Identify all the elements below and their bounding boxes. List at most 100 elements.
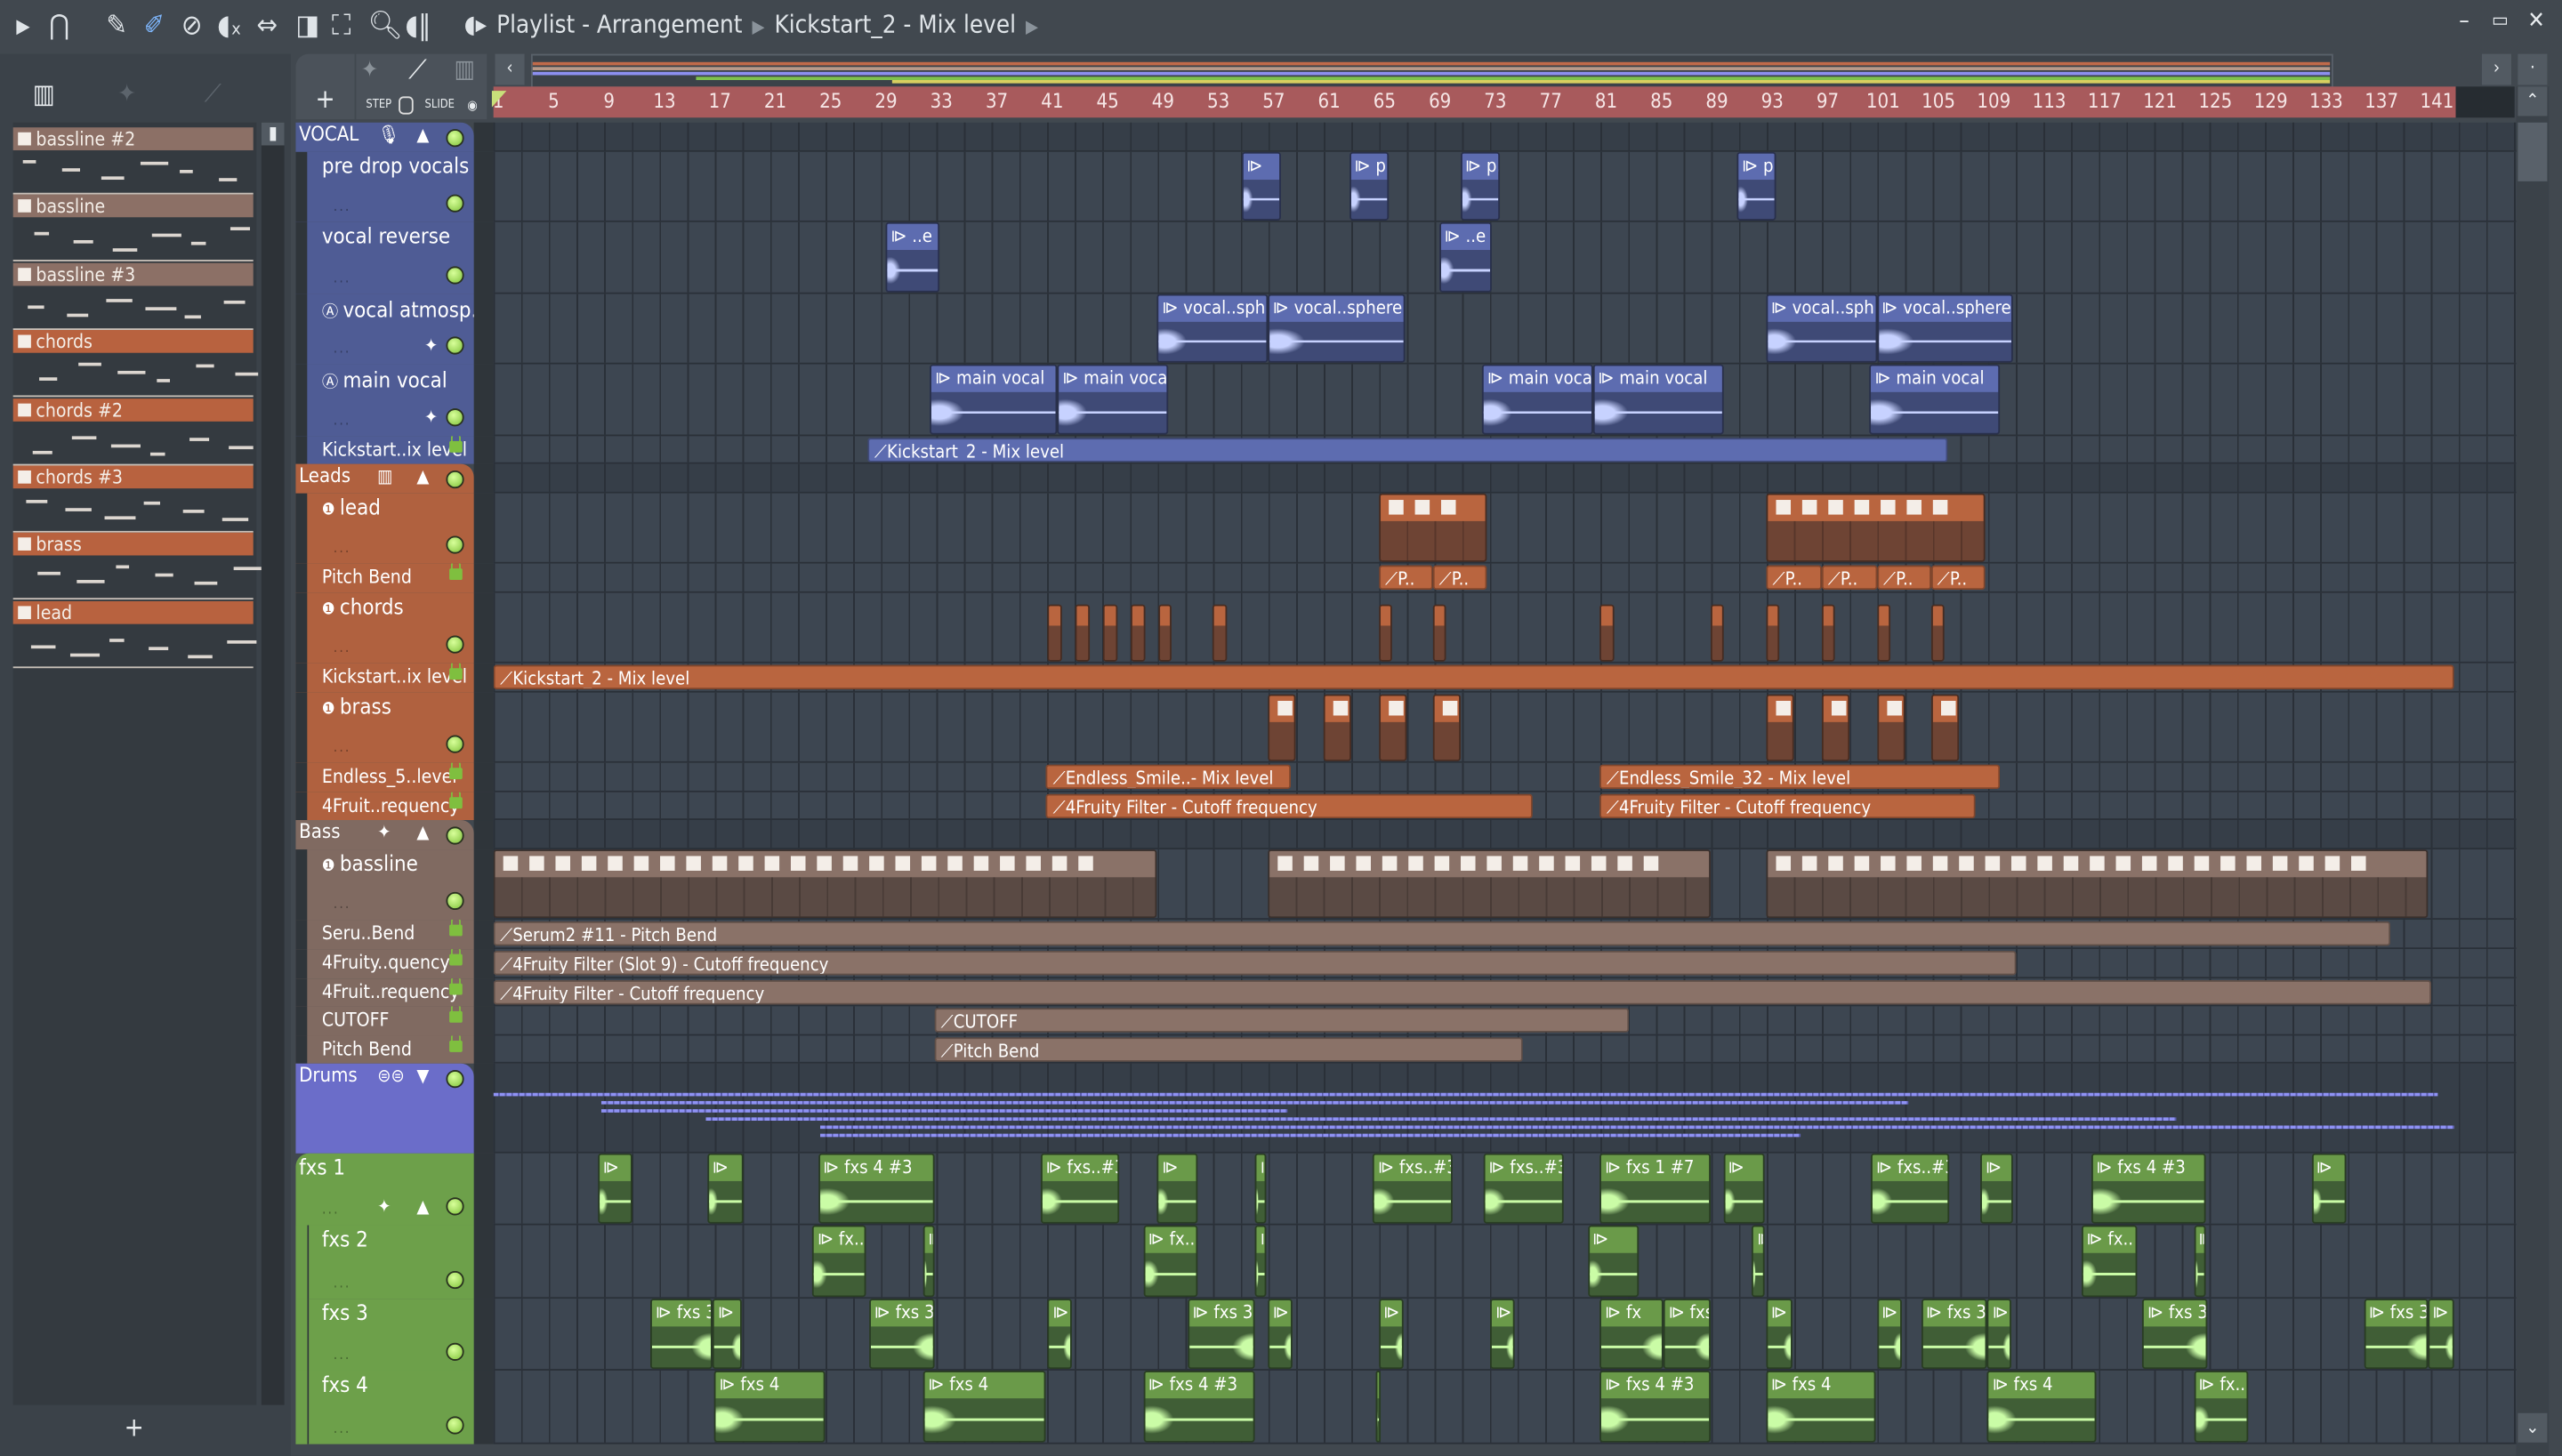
audio-clip[interactable]: ⧐ fxs 3: [2142, 1299, 2207, 1370]
audio-clip[interactable]: ⧐ main vocal: [1058, 365, 1168, 434]
track-lane[interactable]: ⟋4Fruity Filter - Cutoff frequency ⟋4Frui…: [494, 792, 2517, 821]
audio-clip[interactable]: ⧐ fx..: [2194, 1372, 2248, 1443]
track-lane[interactable]: ⟋4Fruity Filter (Slot 9) - Cutoff freque…: [494, 949, 2517, 977]
audio-clip[interactable]: ⧐ p..s: [1737, 151, 1776, 221]
audio-clip[interactable]: ⧐ fxs 4: [1766, 1372, 1875, 1443]
track-enable-led[interactable]: [446, 736, 463, 753]
add-pattern-button[interactable]: +: [125, 1412, 144, 1443]
lock-icon[interactable]: [449, 1041, 463, 1052]
track-menu-dots[interactable]: ...: [334, 270, 351, 286]
vertical-scrollbar[interactable]: ⌃ ⌄: [2517, 86, 2550, 1455]
lock-icon[interactable]: [449, 440, 463, 452]
automation-clip[interactable]: ⟋P..: [1379, 566, 1433, 591]
audio-clip[interactable]: ⧐ fxs 3: [1188, 1299, 1255, 1370]
audio-clip[interactable]: ⧐ fxs 3: [2364, 1299, 2428, 1370]
track-header[interactable]: pre drop vocals...: [295, 151, 473, 222]
track-header[interactable]: ❶ bassline...: [295, 849, 473, 921]
audio-clip[interactable]: ⧐ fxs..#3: [1041, 1154, 1120, 1225]
pattern-clip[interactable]: [1877, 694, 1905, 761]
audio-clip[interactable]: ⧐ fxs 3: [1664, 1299, 1711, 1370]
snap-button[interactable]: ·: [2518, 54, 2547, 85]
automation-clip[interactable]: ⟋P..: [1930, 566, 1985, 591]
audio-clip[interactable]: ⧐: [713, 1299, 742, 1370]
pattern-item[interactable]: chords #2: [13, 398, 254, 464]
pattern-clip[interactable]: [1048, 604, 1062, 662]
automation-track-header[interactable]: Endless_5..level: [295, 763, 473, 792]
automation-clip[interactable]: ⟋4Fruity Filter - Cutoff frequency: [1046, 793, 1532, 818]
minimize-button[interactable]: –: [2459, 8, 2469, 34]
track-enable-led[interactable]: [446, 265, 463, 283]
group-header[interactable]: Bass✦▲: [295, 821, 473, 849]
track-lane[interactable]: [494, 592, 2517, 664]
track-lane[interactable]: [494, 849, 2517, 921]
track-lane[interactable]: ⟋Kickstart_2 - Mix level: [494, 664, 2517, 692]
automation-track-header[interactable]: CUTOFF: [295, 1007, 473, 1035]
track-header[interactable]: fxs 2...: [295, 1226, 473, 1299]
piano-icon[interactable]: ▥: [455, 54, 475, 84]
lock-icon[interactable]: [449, 925, 463, 937]
pattern-clip[interactable]: [1131, 604, 1145, 662]
pencil-icon[interactable]: ✎: [106, 10, 127, 43]
lock-icon[interactable]: [449, 983, 463, 994]
track-menu-dots[interactable]: ...: [334, 741, 351, 757]
track-lane[interactable]: [494, 1064, 2517, 1153]
automation-track-header[interactable]: Kickstart..ix level: [295, 664, 473, 692]
delete-icon[interactable]: ⊘: [181, 10, 203, 43]
audio-clip[interactable]: ⧐ main vocal: [931, 365, 1058, 434]
collapse-up-icon[interactable]: ▲: [416, 466, 429, 487]
lock-icon[interactable]: [449, 669, 463, 680]
scroll-right-button[interactable]: ›: [2482, 54, 2511, 85]
automation-track-header[interactable]: 4Fruit..requency: [295, 792, 473, 821]
audio-clip[interactable]: ⧐ fxs 3: [650, 1299, 713, 1370]
audio-clip[interactable]: ⧐ vocal..sphere: [1268, 294, 1405, 363]
maximize-button[interactable]: ▭: [2492, 8, 2509, 31]
automation-clip[interactable]: ⟋P..: [1432, 566, 1486, 591]
track-menu-dots[interactable]: ...: [334, 541, 351, 557]
audio-clip[interactable]: ⧐ p..s: [1460, 151, 1500, 221]
lock-icon[interactable]: [449, 568, 463, 580]
pattern-clip[interactable]: [1268, 694, 1295, 761]
audio-clip[interactable]: ⧐ fxs 4 #3: [2091, 1154, 2206, 1225]
track-lane[interactable]: ⟋Serum2 #11 - Pitch Bend: [494, 921, 2517, 949]
pattern-clip[interactable]: [1158, 604, 1172, 662]
audio-clip[interactable]: ⧐ vocal..sphere: [1877, 294, 2012, 363]
pattern-clip[interactable]: [1930, 694, 1958, 761]
audio-clip[interactable]: ⧐ fx..: [2082, 1226, 2137, 1297]
waveform-icon[interactable]: ✦: [361, 57, 378, 83]
pattern-clip[interactable]: [1379, 604, 1393, 662]
track-header[interactable]: Ⓐ vocal atmosp.....✦: [295, 294, 473, 365]
lock-icon[interactable]: [449, 768, 463, 780]
automation-track-header[interactable]: Seru..Bend: [295, 921, 473, 949]
automation-clip[interactable]: ⟋4Fruity Filter - Cutoff frequency: [1600, 793, 1976, 818]
track-lane[interactable]: ⧐ ⧐ p..s⧐ p..s⧐ p..s: [494, 151, 2517, 222]
track-header[interactable]: fxs 1...✦▲: [295, 1154, 473, 1227]
track-enable-led[interactable]: [446, 195, 463, 213]
pattern-clip[interactable]: [1821, 694, 1849, 761]
track-menu-dots[interactable]: ...: [334, 1348, 351, 1364]
pattern-clip[interactable]: [1103, 604, 1117, 662]
automation-clip[interactable]: ⟋4Fruity Filter (Slot 9) - Cutoff freque…: [494, 951, 2017, 976]
track-lane[interactable]: ⟋P..⟋P..⟋P..⟋P..⟋P..⟋P..: [494, 564, 2517, 592]
pattern-item[interactable]: lead: [13, 601, 254, 668]
track-header[interactable]: ❶ brass...: [295, 692, 473, 763]
pattern-item[interactable]: bassline #2: [13, 127, 254, 194]
audio-clip[interactable]: ⧐: [1766, 1299, 1793, 1370]
track-lane[interactable]: ⧐ fxs 3⧐ ⧐ fxs 3⧐ ⧐ fxs 3⧐ ⧐ ⧐ ⧐ fx⧐ fxs…: [494, 1299, 2517, 1372]
pattern-item[interactable]: brass: [13, 533, 254, 599]
piano-icon[interactable]: ▥: [33, 78, 55, 109]
playback-icon[interactable]: ◖‖: [406, 10, 431, 43]
track-header[interactable]: ❶ lead...: [295, 493, 473, 564]
track-header[interactable]: ❶ chords...: [295, 592, 473, 664]
automation-track-header[interactable]: Kickstart..ix level: [295, 435, 473, 463]
audio-clip[interactable]: ⧐ fxs 4: [923, 1372, 1046, 1443]
automation-clip[interactable]: ⟋Endless_Smile..- Mix level: [1046, 765, 1291, 790]
pattern-list-scrollbar[interactable]: ▮: [262, 123, 285, 1405]
audio-clip[interactable]: ⧐: [1491, 1299, 1514, 1370]
track-header[interactable]: vocal reverse...: [295, 222, 473, 294]
track-enable-led[interactable]: [446, 1416, 463, 1434]
track-menu-dots[interactable]: ...: [334, 640, 351, 656]
audio-clip[interactable]: ⧐: [1255, 1154, 1266, 1225]
pattern-clip[interactable]: [1766, 493, 1985, 562]
audio-clip[interactable]: ⧐: [2194, 1226, 2206, 1297]
automation-clip[interactable]: ⟋P..: [1821, 566, 1876, 591]
